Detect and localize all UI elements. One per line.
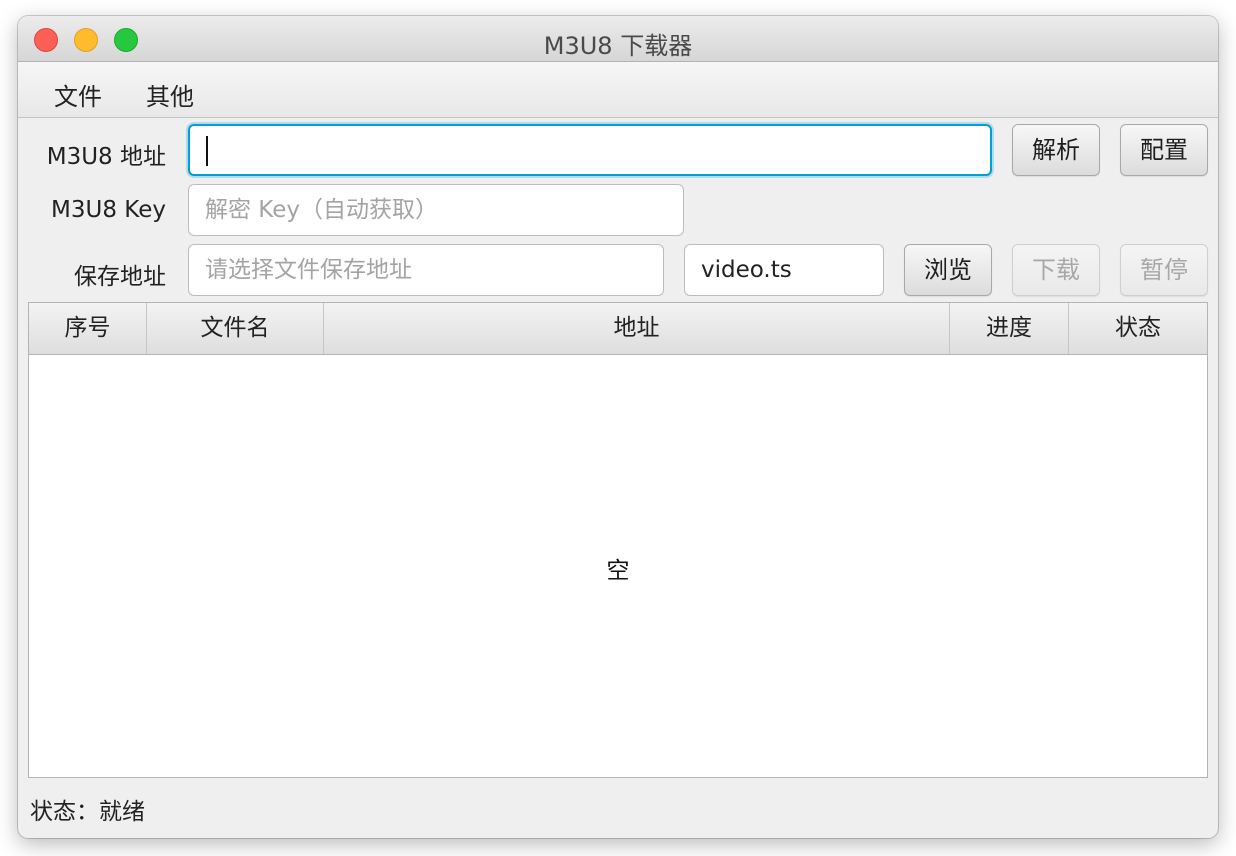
column-header-progress[interactable]: 进度 [950,303,1069,354]
table-empty-placeholder: 空 [606,558,630,584]
column-header-filename[interactable]: 文件名 [147,303,324,354]
m3u8-url-label: M3U8 地址 [46,144,166,170]
save-path-label: 保存地址 [74,264,166,290]
filename-input[interactable]: video.ts [684,244,884,296]
browse-button[interactable]: 浏览 [904,244,992,296]
menu-other[interactable]: 其他 [140,75,200,114]
filename-value: video.ts [701,257,792,283]
save-path-input[interactable]: 请选择文件保存地址 [188,244,664,296]
column-header-status[interactable]: 状态 [1069,303,1207,354]
download-table[interactable]: 序号 文件名 地址 进度 状态 空 [28,302,1208,778]
window-title: M3U8 下载器 [543,32,693,60]
save-path-placeholder: 请选择文件保存地址 [205,257,412,283]
text-caret [206,136,208,166]
status-value: 就绪 [99,799,145,825]
status-bar: 状态：就绪 [30,792,145,826]
config-button[interactable]: 配置 [1120,124,1208,176]
status-label: 状态： [30,799,99,825]
column-header-index[interactable]: 序号 [29,303,147,354]
m3u8-key-label: M3U8 Key [51,197,166,223]
menu-bar: 文件 其他 [18,62,1218,118]
app-window: M3U8 下载器 文件 其他 M3U8 地址 解析 配置 M3U8 Key 解密… [18,16,1218,838]
m3u8-key-input[interactable]: 解密 Key（自动获取） [188,184,684,236]
m3u8-url-input[interactable] [188,124,992,176]
m3u8-key-placeholder: 解密 Key（自动获取） [205,197,439,223]
parse-button[interactable]: 解析 [1012,124,1100,176]
download-button[interactable]: 下载 [1012,244,1100,296]
table-header: 序号 文件名 地址 进度 状态 [29,303,1207,355]
menu-file[interactable]: 文件 [48,75,108,114]
column-header-url[interactable]: 地址 [324,303,950,354]
pause-button[interactable]: 暂停 [1120,244,1208,296]
title-bar[interactable]: M3U8 下载器 [18,16,1218,62]
